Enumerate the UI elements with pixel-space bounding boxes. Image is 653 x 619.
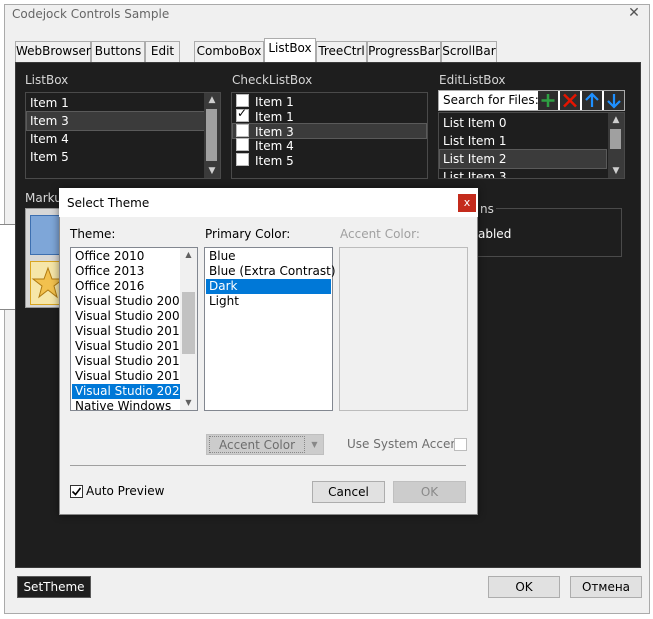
listbox-label: ListBox xyxy=(25,73,69,87)
theme-item[interactable]: Visual Studio 2015 xyxy=(72,339,187,354)
editlistbox[interactable]: List Item 0 List Item 1 List Item 2 List… xyxy=(438,112,625,179)
window-close-button[interactable]: ✕ xyxy=(624,4,644,22)
primary-color-item[interactable]: Blue (Extra Contrast) xyxy=(206,264,336,279)
theme-label: Theme: xyxy=(70,227,116,241)
primary-color-item[interactable]: Blue xyxy=(206,249,331,264)
dialog-title: Select Theme xyxy=(67,196,150,210)
scroll-down-icon[interactable]: ▼ xyxy=(180,396,197,410)
theme-list[interactable]: Office 2010 Office 2013 Office 2016 Visu… xyxy=(70,247,198,411)
primary-color-label: Primary Color: xyxy=(205,227,291,241)
theme-item[interactable]: Native Windows xyxy=(72,399,180,410)
primary-color-list[interactable]: Blue Blue (Extra Contrast) Dark Light xyxy=(204,247,336,411)
listbox[interactable]: Item 1 Item 3 Item 4 Item 5 ▲ ▼ xyxy=(25,92,221,179)
theme-item[interactable]: Visual Studio 2005 xyxy=(72,294,187,309)
list-item[interactable]: Item 3 xyxy=(26,111,205,131)
scrollbar-thumb[interactable] xyxy=(182,292,195,354)
editlistbox-label: EditListBox xyxy=(439,73,506,87)
editlistbox-scrollbar[interactable]: ▲ ▼ xyxy=(608,113,624,178)
scrollbar-thumb[interactable] xyxy=(610,129,621,149)
scroll-up-icon[interactable]: ▲ xyxy=(180,248,197,262)
plus-icon[interactable] xyxy=(538,91,558,110)
checkbox[interactable] xyxy=(236,153,249,166)
arrow-up-icon[interactable] xyxy=(582,91,602,110)
theme-list-scrollbar[interactable]: ▲ ▼ xyxy=(180,248,197,410)
theme-item[interactable]: Visual Studio 2010 xyxy=(72,324,187,339)
checklistbox[interactable]: Item 1 Item 1 Item 3 Item 4 Item 5 xyxy=(231,92,428,179)
tab-scrollbar[interactable]: ScrollBar xyxy=(441,41,497,62)
theme-item[interactable]: Visual Studio 2022 xyxy=(72,384,187,399)
list-item[interactable]: List Item 1 xyxy=(440,132,606,150)
check-list-item[interactable]: Item 1 xyxy=(233,94,426,109)
checkbox[interactable] xyxy=(236,124,249,137)
use-system-accent-checkbox xyxy=(454,438,467,451)
accent-color-list xyxy=(339,247,468,411)
checkbox[interactable] xyxy=(236,138,249,151)
accent-color-label: Accent Color: xyxy=(340,227,420,241)
theme-item[interactable]: Office 2010 xyxy=(72,249,180,264)
checklistbox-label: CheckListBox xyxy=(232,73,313,87)
list-item[interactable]: List Item 0 xyxy=(440,114,606,132)
check-list-item[interactable]: Item 1 xyxy=(233,106,426,124)
list-item[interactable]: List Item 3 xyxy=(440,168,606,178)
arrow-down-icon[interactable] xyxy=(604,91,624,110)
tab-treectrl[interactable]: TreeCtrl xyxy=(316,41,367,62)
scroll-down-icon[interactable]: ▼ xyxy=(608,164,624,178)
scroll-down-icon[interactable]: ▼ xyxy=(204,164,220,178)
list-item[interactable]: Item 1 xyxy=(27,94,204,112)
editlistbox-toolbar-label: Search for Files: xyxy=(443,93,539,107)
options-text: abled xyxy=(478,227,512,241)
check-list-item[interactable]: Item 3 xyxy=(232,123,427,139)
tab-webbrowser[interactable]: WebBrowser xyxy=(15,41,91,62)
tab-progressbar[interactable]: ProgressBar xyxy=(367,41,441,62)
scroll-up-icon[interactable]: ▲ xyxy=(608,113,624,127)
dialog-cancel-button[interactable]: Cancel xyxy=(312,481,385,503)
tab-edit[interactable]: Edit xyxy=(145,41,180,62)
list-item[interactable]: Item 4 xyxy=(27,130,204,148)
tab-listbox[interactable]: ListBox xyxy=(264,38,316,63)
auto-preview-checkbox[interactable] xyxy=(70,485,83,498)
theme-item[interactable]: Office 2013 xyxy=(72,264,180,279)
dialog-close-button[interactable]: x xyxy=(458,194,476,212)
background-window-edge xyxy=(0,224,15,310)
chevron-down-icon: ▼ xyxy=(311,440,318,449)
check-list-item[interactable]: Item 4 xyxy=(233,138,426,153)
list-item[interactable]: Item 5 xyxy=(27,148,204,166)
accent-color-button-label: Accent Color xyxy=(209,436,305,453)
cancel-button[interactable]: Отмена xyxy=(570,576,642,598)
theme-item[interactable]: Visual Studio 2017 xyxy=(72,354,187,369)
delete-icon[interactable] xyxy=(560,91,580,110)
checkbox[interactable] xyxy=(236,106,249,122)
check-list-item[interactable]: Item 5 xyxy=(233,153,426,168)
list-item[interactable]: List Item 2 xyxy=(439,149,607,169)
set-theme-button[interactable]: SetTheme xyxy=(17,576,91,598)
dialog-ok-button: OK xyxy=(393,481,466,503)
theme-item[interactable]: Visual Studio 2019 xyxy=(72,369,187,384)
scrollbar-thumb[interactable] xyxy=(206,109,217,161)
window-title: Codejock Controls Sample xyxy=(12,7,170,21)
dialog-divider xyxy=(70,465,466,466)
auto-preview-label[interactable]: Auto Preview xyxy=(86,484,164,498)
markup-label: Marku xyxy=(25,191,62,205)
editlistbox-toolbar: Search for Files: xyxy=(438,90,625,111)
options-group-label: ns xyxy=(478,202,496,216)
listbox-scrollbar[interactable]: ▲ ▼ xyxy=(204,93,220,178)
tab-combobox[interactable]: ComboBox xyxy=(194,41,264,62)
primary-color-item[interactable]: Dark xyxy=(206,279,331,294)
primary-color-item[interactable]: Light xyxy=(206,294,331,309)
ok-button[interactable]: OK xyxy=(488,576,560,598)
tab-buttons[interactable]: Buttons xyxy=(91,41,145,62)
use-system-accent-label: Use System Accent xyxy=(347,437,463,451)
accent-color-dropdown: Accent Color ▼ xyxy=(206,434,324,455)
theme-item[interactable]: Office 2016 xyxy=(72,279,180,294)
scroll-up-icon[interactable]: ▲ xyxy=(204,93,220,107)
theme-item[interactable]: Visual Studio 2008 xyxy=(72,309,187,324)
